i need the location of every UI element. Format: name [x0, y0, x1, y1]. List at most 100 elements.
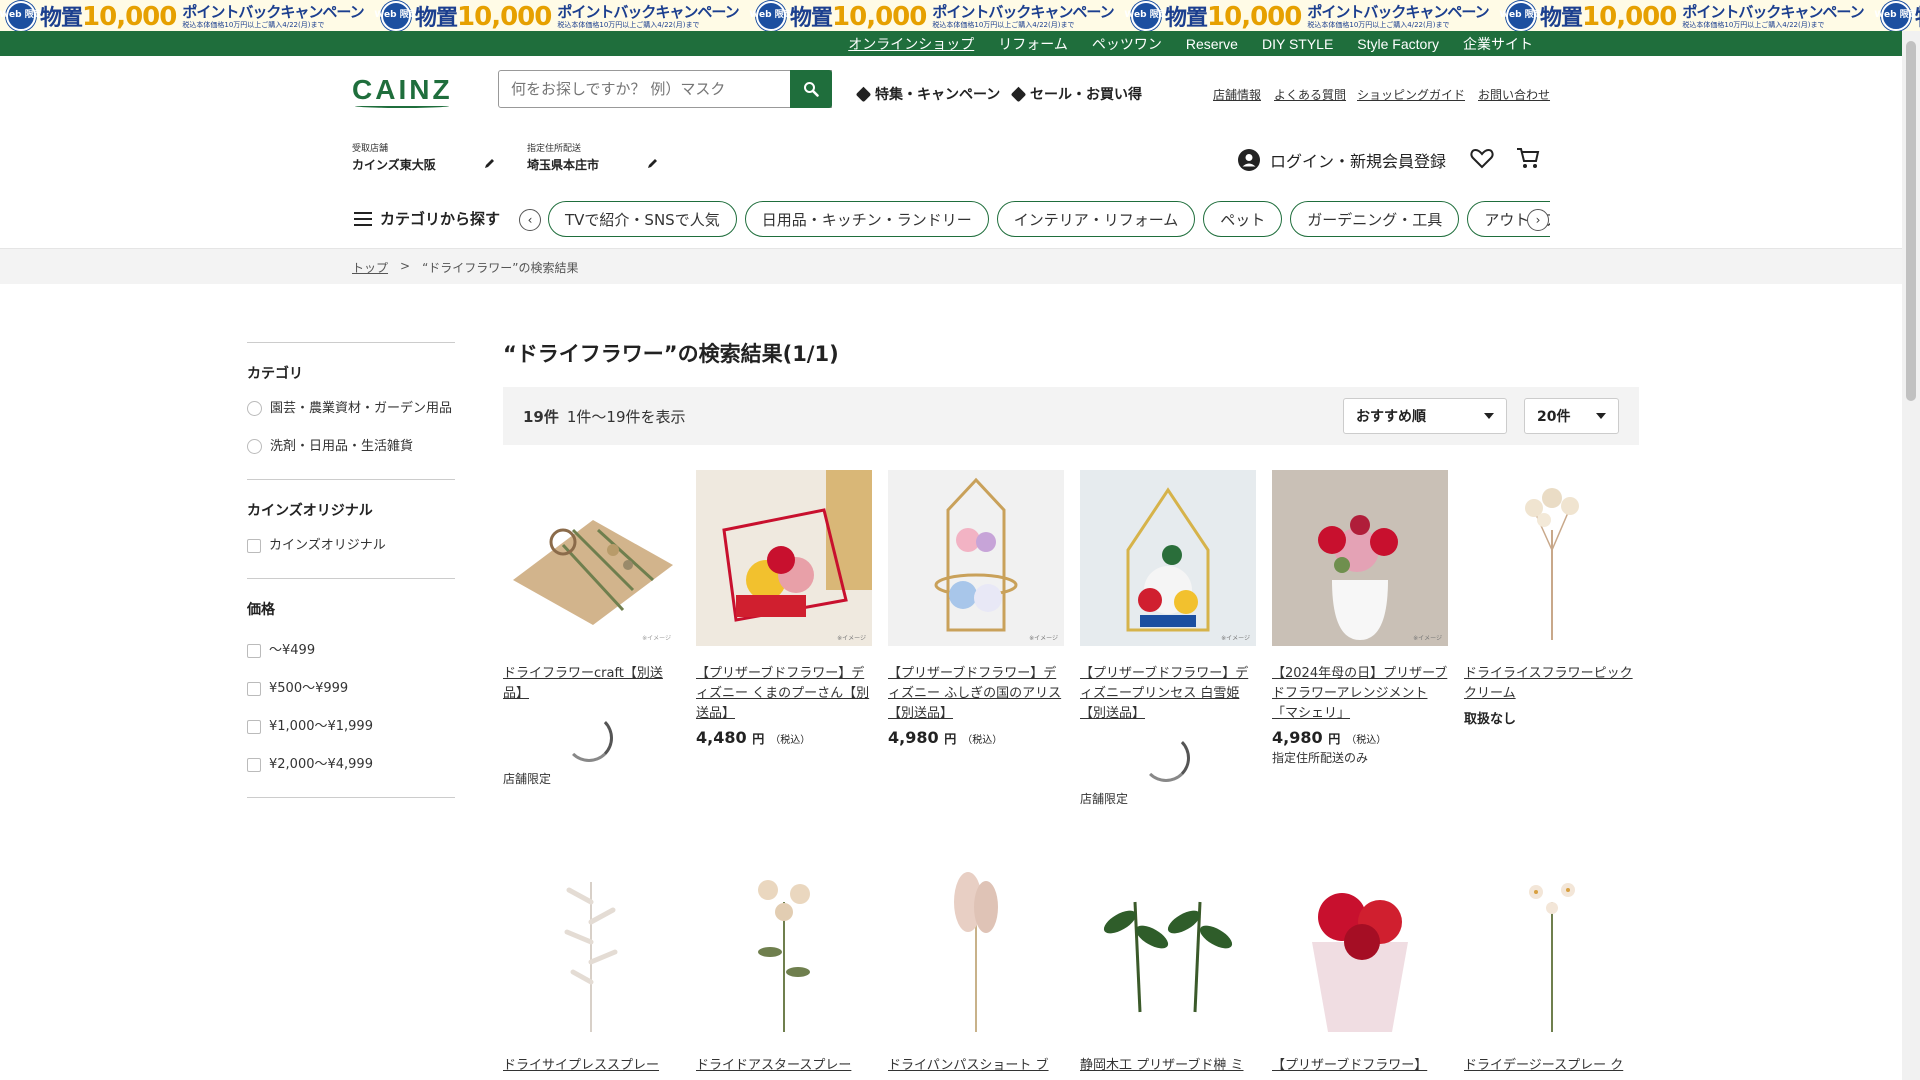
- sort-value: おすすめ順: [1356, 409, 1426, 425]
- product-card[interactable]: ※イメージ 【プリザーブドフラワー】ディズニー ふしぎの国のアリス【別送品】 4…: [888, 470, 1064, 747]
- product-card[interactable]: ドライサイプレススプレー: [503, 862, 679, 1076]
- search-input[interactable]: [511, 80, 831, 98]
- checkbox[interactable]: [247, 644, 261, 658]
- faq-link[interactable]: よくある質問: [1274, 86, 1346, 103]
- edit-address-icon[interactable]: [647, 157, 659, 169]
- top-nav-diy-style[interactable]: DIY STYLE: [1262, 36, 1333, 52]
- product-card[interactable]: 静岡木工 プリザーブド榊 ミ: [1080, 862, 1256, 1076]
- feature-campaign-link[interactable]: 特集・キャンペーン: [855, 84, 1000, 104]
- scrollbar-thumb[interactable]: [1906, 41, 1916, 401]
- search-box[interactable]: [498, 70, 832, 108]
- promo-banner[interactable]: Web 限定 物置10,000 ポイントバックキャンペーン 税込本体価格10万円以上ご…: [0, 0, 1920, 31]
- filter-original-option[interactable]: カインズオリジナル: [247, 536, 455, 556]
- chip-scroll-right-button[interactable]: ›: [1527, 209, 1549, 231]
- promo-banner-unit[interactable]: Web 限定物置10,000ポイントバックキャンペーン税込本体価格10万円以上ご…: [1499, 0, 1875, 31]
- top-nav-pets-one[interactable]: ペッツワン: [1092, 34, 1162, 54]
- top-nav-corporate[interactable]: 企業サイト: [1463, 34, 1533, 54]
- chip-tv-sns[interactable]: TVで紹介・SNSで人気: [548, 201, 737, 237]
- sort-select[interactable]: おすすめ順: [1343, 398, 1507, 434]
- product-card[interactable]: ドライパンパスショート ブ: [888, 862, 1064, 1076]
- login-link[interactable]: ログイン・新規会員登録: [1238, 148, 1446, 172]
- promo-banner-unit[interactable]: Web 限定物置10,000ポイントバックキャンペーン税込本体価格10万円以上ご…: [1874, 0, 1920, 31]
- chip-gardening[interactable]: ガーデニング・工具: [1290, 201, 1460, 237]
- product-name[interactable]: ドライパンパスショート ブ: [888, 1056, 1064, 1076]
- product-name[interactable]: ドライデージースプレー ク: [1464, 1056, 1640, 1076]
- store-info-link[interactable]: 店舗情報: [1213, 86, 1261, 103]
- shopping-guide-link[interactable]: ショッピングガイド: [1357, 86, 1465, 103]
- checkbox[interactable]: [247, 758, 261, 772]
- product-name[interactable]: 静岡木工 プリザーブド榊 ミ: [1080, 1056, 1256, 1076]
- checkbox[interactable]: [247, 682, 261, 696]
- checkbox[interactable]: [247, 539, 261, 553]
- product-card[interactable]: ※イメージ 【2024年母の日】プリザーブドフラワーアレンジメント「マシェリ」 …: [1272, 470, 1448, 766]
- chip-scroll-left-button[interactable]: ‹: [519, 209, 541, 231]
- product-name[interactable]: ドライフラワーcraft【別送品】: [503, 664, 679, 704]
- promo-banner-unit[interactable]: Web 限定物置10,000ポイントバックキャンペーン税込本体価格10万円以上ご…: [0, 0, 375, 31]
- product-card[interactable]: ドライライスフラワーピック クリーム 取扱なし: [1464, 470, 1640, 727]
- chip-daily-kitchen[interactable]: 日用品・キッチン・ランドリー: [744, 201, 989, 237]
- promo-subtitle: ポイントバックキャンペーン: [557, 2, 739, 21]
- edit-store-icon[interactable]: [484, 157, 496, 169]
- product-card[interactable]: ドライドアスタースプレー: [696, 862, 872, 1076]
- cainz-logo[interactable]: CAINZ: [352, 74, 453, 106]
- breadcrumb-home[interactable]: トップ: [352, 259, 388, 276]
- product-name[interactable]: 【プリザーブドフラワー】ディズニー くまのプーさん【別送品】: [696, 664, 872, 724]
- per-page-select[interactable]: 20件: [1524, 398, 1619, 434]
- favorite-heart-icon[interactable]: [1470, 147, 1494, 169]
- product-card[interactable]: ※イメージ 【プリザーブドフラワー】ディズニー くまのプーさん【別送品】 4,4…: [696, 470, 872, 747]
- product-name[interactable]: 【プリザーブドフラワー】ディズニー ふしぎの国のアリス【別送品】: [888, 664, 1064, 724]
- product-image[interactable]: ※イメージ: [503, 470, 679, 646]
- filter-price-option[interactable]: ¥2,000〜¥4,999: [247, 755, 455, 775]
- top-nav-online-shop[interactable]: オンラインショップ: [848, 34, 974, 54]
- product-image[interactable]: [1080, 862, 1256, 1038]
- product-image[interactable]: [1464, 470, 1640, 646]
- product-image[interactable]: [888, 862, 1064, 1038]
- chip-interior[interactable]: インテリア・リフォーム: [996, 201, 1196, 237]
- product-image[interactable]: ※イメージ: [1272, 470, 1448, 646]
- product-name[interactable]: 【プリザーブドフラワー】ディズニープリンセス 白雪姫【別送品】: [1080, 664, 1256, 724]
- product-card[interactable]: ドライデージースプレー ク: [1464, 862, 1640, 1076]
- product-image[interactable]: [503, 862, 679, 1038]
- hamburger-icon: [354, 211, 372, 226]
- product-card[interactable]: 【プリザーブドフラワー】: [1272, 862, 1448, 1076]
- loading-spinner-icon: [1142, 734, 1190, 782]
- filter-price-option[interactable]: ¥1,000〜¥1,999: [247, 717, 455, 737]
- promo-banner-unit[interactable]: Web 限定物置10,000ポイントバックキャンペーン税込本体価格10万円以上ご…: [374, 0, 750, 32]
- sale-link[interactable]: セール・お買い得: [1010, 84, 1142, 104]
- promo-banner-unit[interactable]: Web 限定物置10,000ポイントバックキャンペーン税込本体価格10万円以上ご…: [749, 0, 1125, 31]
- product-name[interactable]: 【2024年母の日】プリザーブドフラワーアレンジメント「マシェリ」: [1272, 664, 1448, 724]
- page-scrollbar[interactable]: [1902, 31, 1920, 1080]
- top-nav-style-factory[interactable]: Style Factory: [1357, 36, 1439, 52]
- category-menu-button[interactable]: カテゴリから探す: [354, 208, 500, 229]
- cart-icon[interactable]: [1516, 147, 1540, 169]
- filter-price-option[interactable]: ¥500〜¥999: [247, 679, 455, 699]
- product-name[interactable]: ドライライスフラワーピック クリーム: [1464, 664, 1640, 704]
- product-image[interactable]: ※イメージ: [888, 470, 1064, 646]
- filter-price-option[interactable]: 〜¥499: [247, 641, 455, 661]
- filter-category-option[interactable]: 園芸・農業資材・ガーデン用品: [247, 399, 455, 419]
- filter-category-option[interactable]: 洗剤・日用品・生活雑貨: [247, 437, 455, 457]
- contact-link[interactable]: お問い合わせ: [1478, 86, 1550, 103]
- sale-label: セール・お買い得: [1030, 87, 1142, 103]
- promo-banner-unit[interactable]: Web 限定物置10,000ポイントバックキャンペーン税込本体価格10万円以上ご…: [1124, 0, 1500, 31]
- radio-button[interactable]: [247, 401, 262, 416]
- product-card[interactable]: ※イメージ ドライフラワーcraft【別送品】 店舗限定: [503, 470, 679, 787]
- promo-prefix: 物置: [1540, 5, 1583, 31]
- checkbox[interactable]: [247, 720, 261, 734]
- promo-headline: 物置10,000: [415, 0, 552, 32]
- top-nav-reserve[interactable]: Reserve: [1186, 36, 1238, 52]
- product-name[interactable]: ドライドアスタースプレー: [696, 1056, 872, 1076]
- product-image[interactable]: [1272, 862, 1448, 1038]
- product-image[interactable]: [696, 862, 872, 1038]
- daisy-spray-image: [1529, 883, 1575, 1032]
- search-button[interactable]: [790, 70, 832, 108]
- product-name[interactable]: ドライサイプレススプレー: [503, 1056, 679, 1076]
- product-image[interactable]: ※イメージ: [1080, 470, 1256, 646]
- radio-button[interactable]: [247, 439, 262, 454]
- product-card[interactable]: ※イメージ 【プリザーブドフラワー】ディズニープリンセス 白雪姫【別送品】 店舗…: [1080, 470, 1256, 807]
- chip-pet[interactable]: ペット: [1203, 201, 1283, 237]
- top-nav-reform[interactable]: リフォーム: [998, 34, 1068, 54]
- product-name[interactable]: 【プリザーブドフラワー】: [1272, 1056, 1448, 1076]
- product-image[interactable]: [1464, 862, 1640, 1038]
- product-image[interactable]: ※イメージ: [696, 470, 872, 646]
